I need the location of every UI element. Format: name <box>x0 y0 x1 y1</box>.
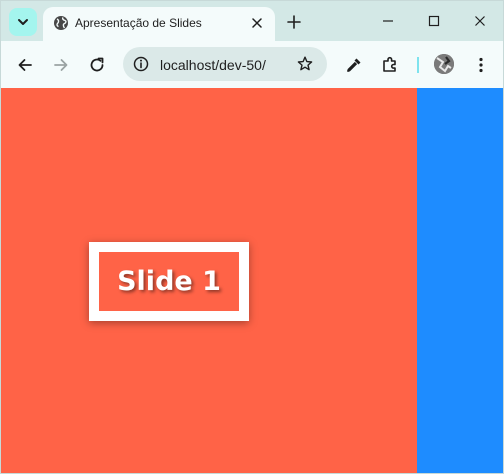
forward-icon[interactable] <box>51 55 71 75</box>
maximize-icon[interactable] <box>425 12 443 30</box>
profile-avatar[interactable] <box>434 54 454 74</box>
extensions-icon[interactable] <box>380 55 400 75</box>
browser-toolbar: localhost/dev-50/ <box>1 41 503 88</box>
slide-title-box: Slide 1 <box>89 242 249 321</box>
page-content: Slide 1 <box>1 88 503 473</box>
new-tab-icon[interactable] <box>285 13 303 31</box>
bookmark-star-icon[interactable] <box>296 55 314 73</box>
minimize-icon[interactable] <box>379 12 397 30</box>
profile-picture-icon <box>434 54 454 74</box>
next-slide-edge <box>417 88 503 473</box>
slide-title: Slide 1 <box>117 266 221 297</box>
close-window-icon[interactable] <box>471 12 489 30</box>
tab-search-button[interactable] <box>9 8 37 36</box>
eyedropper-icon[interactable] <box>344 55 364 75</box>
back-icon[interactable] <box>15 55 35 75</box>
close-tab-icon[interactable] <box>249 15 265 31</box>
globe-icon <box>54 16 68 30</box>
menu-icon[interactable] <box>471 55 491 75</box>
tab-title: Apresentação de Slides <box>75 16 202 30</box>
browser-window: Apresentação de Slides localhost/dev-50/… <box>0 0 504 474</box>
active-tab[interactable]: Apresentação de Slides <box>43 7 275 41</box>
address-bar[interactable]: localhost/dev-50/ <box>123 47 327 81</box>
site-info-icon[interactable] <box>132 55 150 73</box>
current-slide: Slide 1 <box>1 88 417 473</box>
reload-icon[interactable] <box>87 55 107 75</box>
url-text[interactable]: localhost/dev-50/ <box>160 57 266 73</box>
chevron-down-icon <box>18 19 28 25</box>
tab-strip: Apresentação de Slides <box>1 1 503 41</box>
toolbar-divider <box>417 57 419 73</box>
